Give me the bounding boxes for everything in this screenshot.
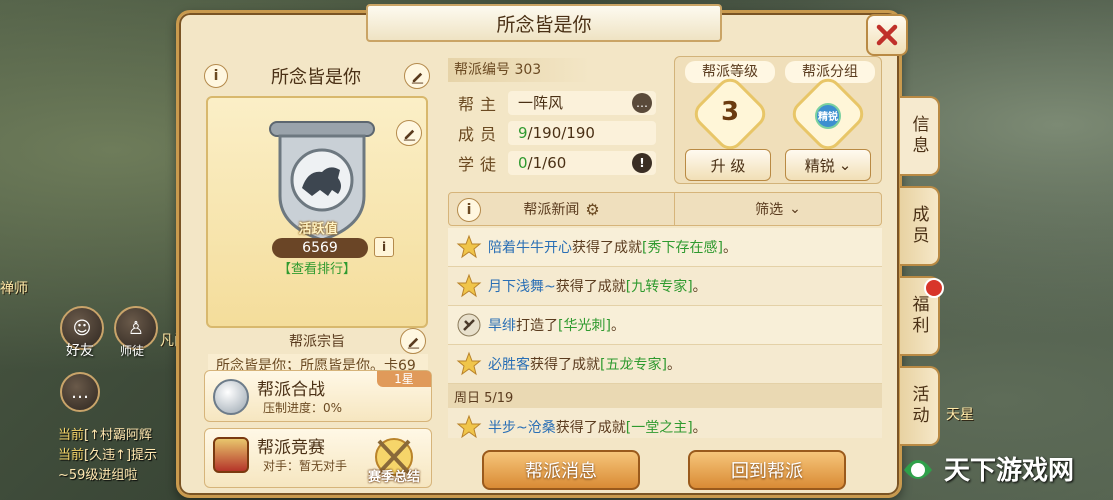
filter-label: 筛选: [755, 202, 784, 218]
leader-row: 帮主 一阵风 …: [448, 90, 664, 116]
guild-contest-card[interactable]: 帮派竞赛 对手：暂无对手 赛季总结: [204, 428, 432, 488]
news-title: 帮派新闻: [523, 202, 580, 218]
apprentices-row: 学徒 0/1/60 !: [448, 150, 664, 176]
chat-line-2: 当前[久违↑]提示: [58, 448, 158, 463]
activity-label: 活跃值: [298, 222, 338, 237]
news-item: 陪着牛牛开心 获得了成就 [秀下存在感]。: [448, 228, 882, 267]
guild-stats: 帮派编号 303 帮主 一阵风 … 成员 9/190/190 学徒 0/1/60…: [448, 56, 668, 184]
close-icon: [876, 24, 898, 46]
apprentice-alert-icon[interactable]: !: [632, 153, 652, 173]
apprentices-value: 0/1/60 !: [508, 151, 656, 175]
battle-title: 帮派合战: [257, 380, 325, 400]
news-date-separator: 周日 5/19: [448, 384, 882, 408]
contest-title: 帮派竞赛: [257, 438, 325, 458]
chat-button[interactable]: …: [60, 372, 100, 412]
star-icon: [456, 234, 482, 259]
guild-emblem-box: 活跃值 6569 i 【查看排行】: [206, 96, 428, 328]
info-icon[interactable]: i: [204, 64, 228, 88]
message-leader-button[interactable]: …: [632, 93, 652, 113]
news-filter-dropdown[interactable]: 筛选 ⌄: [675, 199, 881, 219]
news-list: 陪着牛牛开心 获得了成就 [秀下存在感]。 月下浅舞~ 获得了成就 [九转专家]。 旱绯…: [448, 228, 882, 438]
tab-info[interactable]: 信息: [900, 96, 940, 176]
battle-star-badge: 1星: [377, 371, 431, 387]
notification-dot: [924, 278, 944, 298]
tab-members[interactable]: 成员: [900, 186, 940, 266]
master-apprentice-label: 师徒: [120, 344, 145, 358]
edit-emblem-button[interactable]: [396, 120, 422, 146]
group-select-button[interactable]: 精锐 ⌄: [785, 149, 871, 181]
pencil-icon: [403, 129, 415, 141]
guild-number: 帮派编号 303: [448, 58, 590, 82]
close-button[interactable]: [866, 14, 908, 56]
news-info-icon[interactable]: i: [457, 198, 481, 222]
members-key: 成员: [458, 125, 503, 144]
pencil-icon: [411, 72, 423, 84]
scene-label-tianxing: 天星: [946, 407, 974, 423]
contest-opponent: 对手：暂无对手: [263, 459, 348, 473]
members-value: 9/190/190: [508, 121, 656, 145]
gear-icon[interactable]: ⚙: [585, 200, 599, 219]
window-title: 所念皆是你: [366, 4, 722, 42]
upgrade-button[interactable]: 升 级: [685, 149, 771, 181]
purpose-title: 帮派宗旨: [289, 334, 345, 350]
season-summary-label: 赛季总结: [367, 470, 420, 485]
contest-icon: [213, 437, 249, 473]
leader-key: 帮主: [458, 95, 503, 114]
chevron-down-icon: ⌄: [789, 201, 801, 217]
news-item: 月下浅舞~ 获得了成就 [九转专家]。: [448, 267, 882, 306]
apprentices-key: 学徒: [458, 155, 503, 174]
chat-bubble-icon: …: [71, 381, 89, 403]
pencil-icon: [407, 337, 419, 349]
chat-line-3: ~59级进组啦: [58, 468, 138, 483]
level-group-box: 帮派等级 帮派分组 3 精锐 升 级 精锐 ⌄: [674, 56, 882, 184]
site-watermark: 天下游戏网: [898, 448, 1074, 488]
chat-line-1: 当前[↑村霸阿辉: [58, 428, 152, 443]
forge-icon: [457, 313, 481, 337]
level-value: 3: [720, 97, 740, 127]
guild-messages-button[interactable]: 帮派消息: [482, 450, 640, 490]
group-badge-icon: 精锐: [799, 103, 857, 137]
leader-value: 一阵风 …: [508, 91, 656, 115]
news-title-tab[interactable]: i 帮派新闻 ⚙: [449, 193, 675, 225]
season-summary-button[interactable]: 赛季总结: [359, 433, 429, 487]
tab-activities[interactable]: 活动: [900, 366, 940, 446]
guild-info-area: 帮派编号 303 帮主 一阵风 … 成员 9/190/190 学徒 0/1/60…: [448, 56, 884, 496]
guild-name-row: i 所念皆是你: [204, 60, 430, 92]
battle-progress: 压制进度：0%: [263, 401, 343, 415]
edit-purpose-button[interactable]: [400, 328, 426, 354]
guild-profile-column: i 所念皆是你 活跃值 6569 i 【查看排行】 帮派宗旨 所念皆是你；所愿皆…: [198, 56, 436, 494]
activity-info-icon[interactable]: i: [374, 237, 394, 257]
star-icon: [456, 351, 482, 376]
friends-icon: ☺: [72, 317, 92, 339]
activity-value: 6569: [272, 238, 368, 258]
guild-battle-card[interactable]: 帮派合战 压制进度：0% 1星: [204, 370, 432, 422]
members-row: 成员 9/190/190: [448, 120, 664, 146]
friends-label: 好友: [66, 343, 94, 359]
master-icon: ♙: [127, 317, 145, 339]
star-icon: [456, 273, 482, 298]
news-item: 旱绯 打造了 [华光刺]。: [448, 306, 882, 345]
guild-name: 所念皆是你: [271, 67, 361, 88]
news-header: i 帮派新闻 ⚙ 筛选 ⌄: [448, 192, 882, 226]
news-item: 半步~沧桑 获得了成就 [一堂之主]。: [448, 408, 882, 438]
return-to-guild-button[interactable]: 回到帮派: [688, 450, 846, 490]
scene-label-chanshi: 禅师: [0, 281, 28, 297]
edit-name-button[interactable]: [404, 63, 430, 89]
watermark-text: 天下游戏网: [944, 455, 1075, 486]
battle-icon: [213, 379, 249, 415]
star-icon: [456, 414, 482, 438]
chevron-down-icon: ⌄: [838, 156, 852, 174]
purpose-header: 帮派宗旨: [206, 328, 428, 354]
news-item: 必胜客 获得了成就 [五龙专家]。: [448, 345, 882, 384]
view-rank-link[interactable]: 【查看排行】: [208, 258, 426, 277]
watermark-logo-icon: [904, 460, 932, 479]
